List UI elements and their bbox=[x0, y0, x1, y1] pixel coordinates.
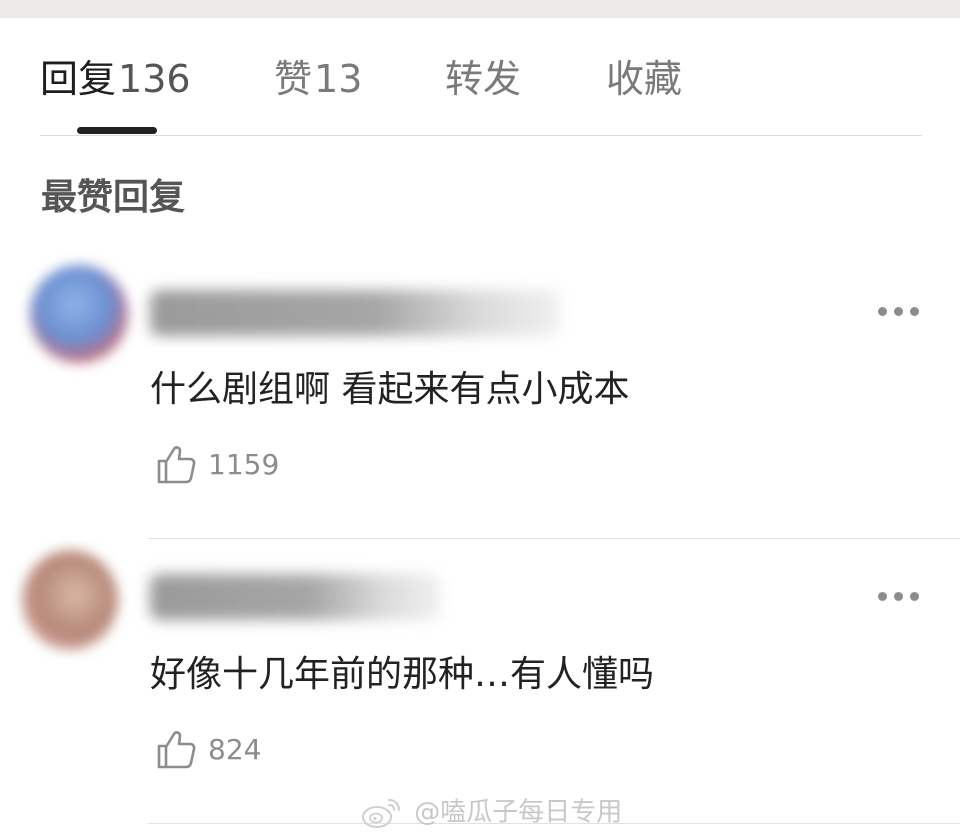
like-count: 824 bbox=[208, 733, 262, 766]
more-options-icon[interactable] bbox=[878, 305, 920, 317]
tab-likes-label: 赞 bbox=[274, 57, 313, 101]
top-strip bbox=[0, 0, 960, 18]
watermark-text: @嗑瓜子每日专用 bbox=[414, 797, 623, 828]
tab-reposts[interactable]: 转发 bbox=[445, 52, 521, 106]
tab-replies-label: 回复 bbox=[40, 57, 117, 101]
thumbs-up-icon bbox=[157, 731, 196, 769]
comment-text: 什么剧组啊 看起来有点小成本 bbox=[150, 369, 630, 410]
comment-divider bbox=[148, 538, 960, 539]
avatar[interactable] bbox=[30, 265, 128, 363]
weibo-logo-icon bbox=[362, 798, 400, 828]
thumbs-up-icon bbox=[157, 446, 196, 484]
username-blurred[interactable] bbox=[150, 290, 560, 336]
more-options-icon[interactable] bbox=[878, 590, 920, 602]
tab-divider bbox=[40, 135, 922, 136]
tab-reposts-label: 转发 bbox=[445, 57, 522, 101]
tab-replies[interactable]: 回复136 bbox=[40, 52, 191, 106]
username-blurred[interactable] bbox=[150, 574, 440, 620]
comment-text: 好像十几年前的那种…有人懂吗 bbox=[150, 654, 655, 695]
section-title: 最赞回复 bbox=[41, 177, 186, 218]
active-tab-indicator bbox=[77, 127, 157, 134]
avatar[interactable] bbox=[22, 550, 118, 650]
like-count: 1159 bbox=[208, 448, 280, 481]
comment-item: 什么剧组啊 看起来有点小成本 1159 bbox=[0, 265, 960, 515]
tab-likes-count: 13 bbox=[314, 57, 363, 101]
watermark: @嗑瓜子每日专用 bbox=[360, 792, 622, 832]
comment-item: 好像十几年前的那种…有人懂吗 824 bbox=[0, 550, 960, 790]
tab-replies-count: 136 bbox=[118, 57, 191, 101]
tab-likes[interactable]: 赞13 bbox=[274, 52, 362, 106]
tab-favorites-label: 收藏 bbox=[606, 57, 683, 101]
tab-favorites[interactable]: 收藏 bbox=[606, 52, 682, 106]
